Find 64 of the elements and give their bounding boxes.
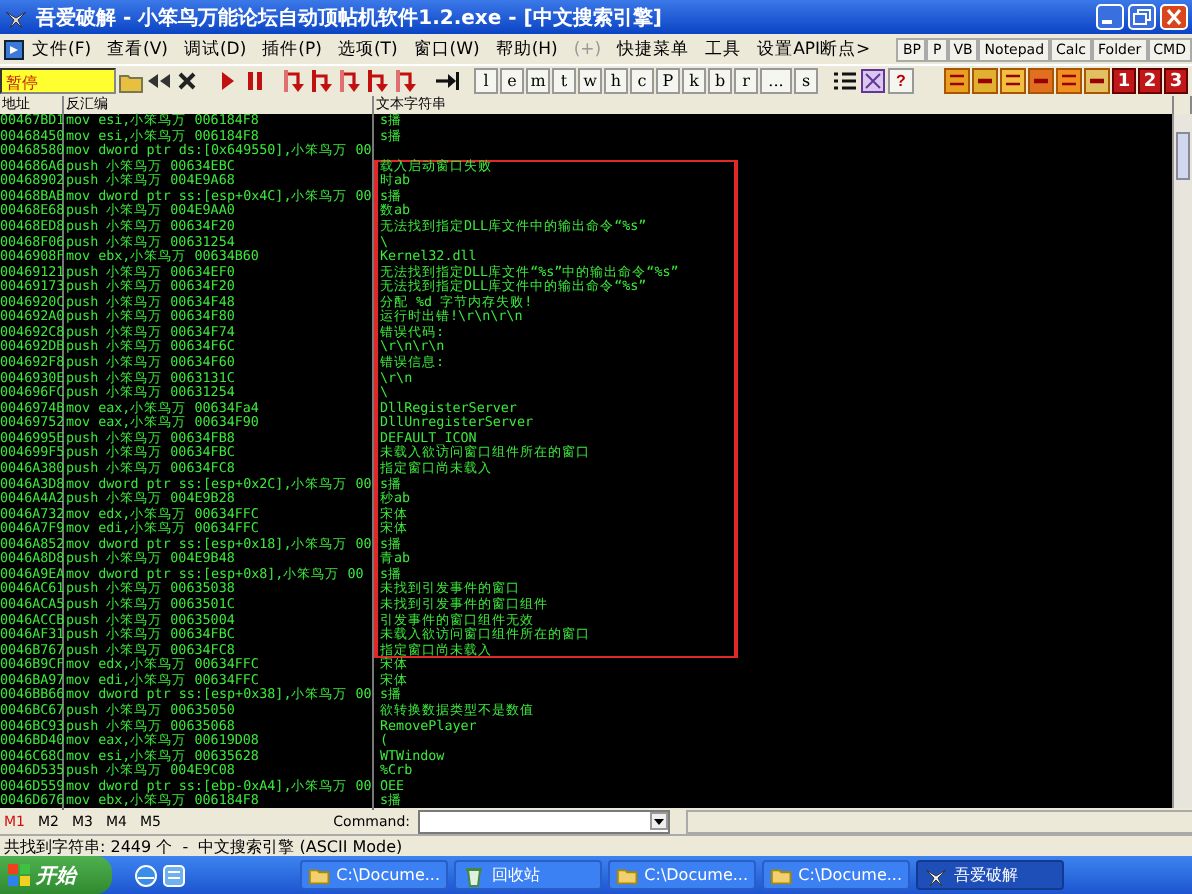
menu-item[interactable]: 查看(V) <box>99 37 176 61</box>
menu-item[interactable]: 插件(P) <box>254 37 330 61</box>
menu-item[interactable]: 工具 <box>697 37 750 61</box>
trace-icon[interactable] <box>434 68 460 94</box>
menu-item[interactable]: 调试(D) <box>175 37 255 61</box>
menu-item[interactable]: 快捷菜单 <box>609 37 698 61</box>
menu-item[interactable]: 选项(T) <box>329 37 406 61</box>
menu-item[interactable]: 设置API断点> <box>749 37 879 61</box>
menu-item[interactable]: 窗口(W) <box>405 37 488 61</box>
command-field[interactable] <box>418 809 670 833</box>
taskbar-item[interactable]: C:\Docume... <box>608 860 756 890</box>
toolbar-button[interactable]: r <box>734 68 758 94</box>
app-icon[interactable] <box>4 39 24 59</box>
step-into-icon[interactable] <box>282 68 308 94</box>
toolbar-button[interactable]: c <box>630 68 654 94</box>
tool-icon[interactable] <box>972 68 998 94</box>
desktop-icon[interactable] <box>162 863 186 887</box>
folder-icon <box>770 863 793 887</box>
help-button[interactable]: ? <box>888 68 914 94</box>
window-button[interactable]: 2 <box>1138 68 1162 94</box>
pause-icon[interactable] <box>242 68 268 94</box>
toolbar-button[interactable]: m <box>526 68 550 94</box>
toolbar-button[interactable]: b <box>708 68 732 94</box>
status-text: 共找到字符串: 2449 个 - 中文搜索引擎 (ASCII Mode) <box>4 835 403 857</box>
step-over-icon[interactable] <box>310 68 336 94</box>
toolbar-button[interactable]: e <box>500 68 524 94</box>
window-button[interactable]: 3 <box>1164 68 1188 94</box>
taskbar-item[interactable]: C:\Docume... <box>300 860 448 890</box>
status-field: 暂停 <box>0 68 116 94</box>
menu-item[interactable]: 帮助(H) <box>487 37 566 61</box>
taskbar-item[interactable]: 吾爱破解 <box>916 860 1064 890</box>
taskbar-item[interactable]: C:\Docume... <box>762 860 910 890</box>
bin-icon <box>462 863 486 887</box>
close-icon[interactable] <box>174 68 200 94</box>
window-button[interactable]: 1 <box>1112 68 1136 94</box>
animate-over-icon[interactable] <box>366 68 392 94</box>
restore-button[interactable] <box>1128 4 1156 30</box>
tool-icon[interactable] <box>1028 68 1054 94</box>
toolbar-button[interactable]: s <box>794 68 818 94</box>
close-button[interactable] <box>1160 4 1188 30</box>
toolbar-button[interactable]: P <box>656 68 680 94</box>
toolbar-button[interactable]: k <box>682 68 706 94</box>
folder-icon <box>616 863 639 887</box>
scrollbar[interactable] <box>1172 114 1192 808</box>
tool-icon[interactable] <box>1084 68 1110 94</box>
windows-logo-icon <box>8 864 30 886</box>
list-icon[interactable] <box>832 68 858 94</box>
tool-icon[interactable] <box>1056 68 1082 94</box>
window-title: 吾爱破解 - 小笨鸟万能论坛自动顶帖机软件1.2.exe - [中文搜索引擎] <box>36 5 662 31</box>
return-icon[interactable] <box>394 68 420 94</box>
taskbar-item[interactable]: 回收站 <box>454 860 602 890</box>
toolbar-button[interactable]: t <box>552 68 576 94</box>
dropdown-icon[interactable] <box>650 812 668 830</box>
grid-icon[interactable] <box>860 68 886 94</box>
toolbar-button[interactable]: w <box>578 68 602 94</box>
tool-icon[interactable] <box>944 68 970 94</box>
toolbar-button[interactable]: h <box>604 68 628 94</box>
animate-into-icon[interactable] <box>338 68 364 94</box>
menu-item[interactable]: 文件(F) <box>24 37 100 61</box>
toolbar-button[interactable]: l <box>474 68 498 94</box>
toolbar-button[interactable]: ... <box>760 68 792 94</box>
tool-icon[interactable] <box>1000 68 1026 94</box>
folder-icon <box>308 863 331 887</box>
minimize-button[interactable] <box>1096 4 1124 30</box>
